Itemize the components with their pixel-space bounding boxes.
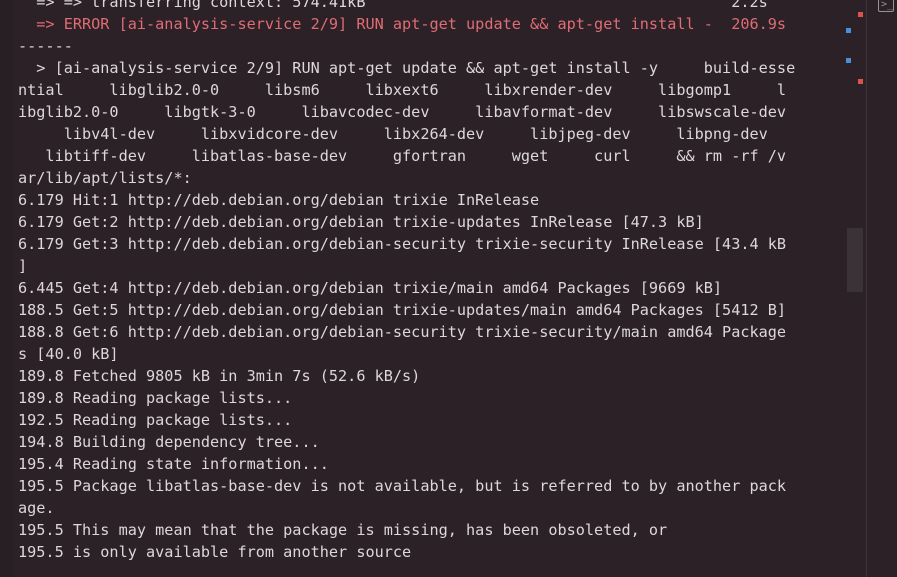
terminal-line: => => transferring context: 574.41kB 2.2… (18, 0, 768, 11)
terminal-line: ar/lib/apt/lists/*: (18, 169, 192, 187)
terminal-line: 195.5 This may mean that the package is … (18, 521, 668, 539)
terminal-line: 6.179 Hit:1 http://deb.debian.org/debian… (18, 191, 540, 209)
terminal-line: 195.5 Package libatlas-base-dev is not a… (18, 477, 787, 495)
left-gutter (0, 0, 14, 577)
info-marker[interactable] (846, 58, 851, 63)
terminal-line: 192.5 Reading package lists... (18, 411, 293, 429)
terminal-line: ibglib2.0-0 libgtk-3-0 libavcodec-dev li… (18, 103, 787, 121)
terminal-line: 195.4 Reading state information... (18, 455, 329, 473)
side-panel (866, 0, 897, 577)
terminal-line: 6.179 Get:3 http://deb.debian.org/debian… (18, 235, 787, 253)
error-marker[interactable] (858, 12, 863, 17)
info-marker[interactable] (846, 28, 851, 33)
terminal-line: 188.8 Get:6 http://deb.debian.org/debian… (18, 323, 787, 341)
terminal-line: ------ (18, 37, 73, 55)
terminal-line: ntial libglib2.0-0 libsm6 libxext6 libxr… (18, 81, 787, 99)
terminal-line: 188.5 Get:5 http://deb.debian.org/debian… (18, 301, 787, 319)
terminal-error-line: => ERROR [ai-analysis-service 2/9] RUN a… (18, 15, 787, 33)
terminal-icon[interactable]: >_ (878, 0, 894, 12)
terminal-line: 6.445 Get:4 http://deb.debian.org/debian… (18, 279, 723, 297)
terminal-line: 189.8 Fetched 9805 kB in 3min 7s (52.6 k… (18, 367, 421, 385)
terminal-line: 6.179 Get:2 http://deb.debian.org/debian… (18, 213, 704, 231)
terminal-line: 189.8 Reading package lists... (18, 389, 293, 407)
terminal-output[interactable]: => => transferring context: 574.41kB 2.2… (18, 0, 848, 563)
terminal-line: libv4l-dev libxvidcore-dev libx264-dev l… (18, 125, 768, 143)
terminal-window: => => transferring context: 574.41kB 2.2… (0, 0, 897, 577)
terminal-line: > [ai-analysis-service 2/9] RUN apt-get … (18, 59, 796, 77)
scrollbar-thumb[interactable] (847, 228, 863, 292)
terminal-line: libtiff-dev libatlas-base-dev gfortran w… (18, 147, 787, 165)
terminal-line: ] (18, 257, 28, 275)
terminal-line: s [40.0 kB] (18, 345, 119, 363)
terminal-line: age. (18, 499, 55, 517)
terminal-line: 195.5 is only available from another sou… (18, 543, 412, 561)
error-marker[interactable] (858, 79, 863, 84)
terminal-line: 194.8 Building dependency tree... (18, 433, 320, 451)
